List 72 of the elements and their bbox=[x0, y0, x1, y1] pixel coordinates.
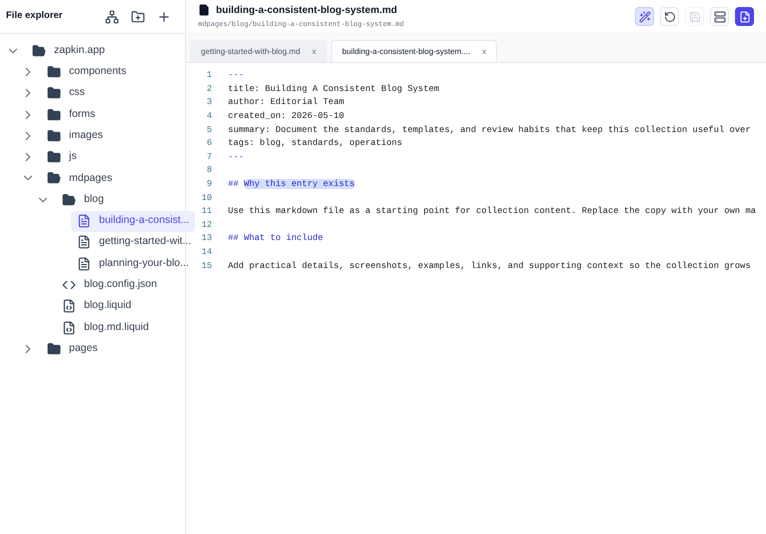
folder-icon bbox=[47, 150, 61, 164]
code-line: Add practical details, screenshots, examples, links, and supporting context so the collection grows bbox=[228, 260, 751, 273]
toolbar-button[interactable] bbox=[735, 7, 754, 26]
save-icon bbox=[688, 10, 700, 22]
folder-icon bbox=[47, 86, 61, 100]
code-line: --- bbox=[228, 150, 244, 164]
folder-icon bbox=[47, 128, 61, 143]
file-icon bbox=[77, 256, 91, 271]
wand-icon bbox=[638, 10, 650, 22]
tab-label: getting-started-with-blog.md bbox=[201, 46, 300, 58]
code-line: created_on: 2026-05-10 bbox=[228, 110, 344, 123]
tree-item[interactable]: zapkin.app bbox=[26, 40, 181, 62]
code-line: tags: blog, standards, operations bbox=[228, 137, 402, 150]
file-name: building-a-consistent-blog-system.md bbox=[216, 4, 398, 18]
folder-icon bbox=[47, 342, 61, 356]
tree-item[interactable]: pages bbox=[41, 338, 181, 360]
line-number: 10 bbox=[200, 192, 212, 205]
tree-item[interactable]: css bbox=[41, 82, 181, 104]
line-number: 3 bbox=[206, 96, 212, 110]
folder-open-icon bbox=[32, 44, 46, 58]
line-number: 5 bbox=[206, 124, 212, 137]
tree-item[interactable]: blog bbox=[56, 189, 181, 210]
editor-tab[interactable]: getting-started-with-blog.md x bbox=[190, 40, 328, 62]
file-icon bbox=[62, 320, 76, 334]
tree-item[interactable]: getting-started-wit... bbox=[71, 232, 198, 253]
line-number: 2 bbox=[206, 82, 212, 96]
tree-item[interactable]: images bbox=[41, 125, 181, 146]
file-plus-icon bbox=[738, 10, 750, 22]
folder-icon bbox=[47, 108, 61, 122]
file-icon bbox=[77, 214, 91, 228]
line-number: 15 bbox=[200, 260, 212, 273]
code-line: title: Building A Consistent Blog System bbox=[228, 82, 440, 96]
tree-item[interactable]: blog.md.liquid bbox=[56, 317, 181, 338]
line-number: 8 bbox=[206, 164, 212, 178]
tree-item[interactable]: mdpages bbox=[41, 168, 181, 189]
folder-open-icon bbox=[62, 192, 76, 207]
code-line: author: Editorial Team bbox=[228, 96, 344, 110]
file-icon bbox=[198, 4, 210, 16]
folder-icon bbox=[47, 64, 61, 79]
line-number: 1 bbox=[206, 69, 212, 82]
editor-tab[interactable]: building-a-consistent-blog-system.... x bbox=[331, 40, 498, 62]
line-number: 4 bbox=[206, 110, 212, 123]
undo-icon bbox=[664, 10, 676, 22]
line-number: 9 bbox=[206, 178, 212, 191]
tree-item[interactable]: forms bbox=[41, 104, 181, 126]
folder-open-icon bbox=[47, 171, 61, 186]
line-number: 6 bbox=[206, 137, 212, 150]
code-line: ## Why this entry exists bbox=[228, 178, 355, 191]
line-number: 14 bbox=[200, 246, 212, 259]
code-line: summary: Document the standards, templates, and review habits that keep this collection useful over bbox=[228, 124, 751, 137]
line-number: 7 bbox=[206, 150, 212, 164]
tree-item[interactable]: js bbox=[41, 146, 181, 168]
tree-item[interactable]: components bbox=[41, 61, 181, 82]
folder-plus-icon[interactable] bbox=[131, 10, 145, 24]
file-icon bbox=[77, 235, 91, 250]
panel-title: File explorer bbox=[6, 9, 64, 24]
code-line: --- bbox=[228, 69, 244, 82]
code-line: ## What to include bbox=[228, 232, 324, 246]
code-line: Use this markdown file as a starting point for collection content. Replace the copy with your own ma bbox=[228, 205, 756, 218]
line-number: 12 bbox=[200, 218, 212, 232]
tab-label: building-a-consistent-blog-system.... bbox=[342, 46, 470, 58]
file-icon bbox=[62, 299, 76, 314]
tree-item[interactable]: blog.config.json bbox=[56, 274, 181, 296]
tab-close[interactable]: x bbox=[482, 46, 486, 58]
add-icon[interactable] bbox=[157, 10, 171, 24]
line-number: 11 bbox=[200, 205, 212, 218]
hierarchy-icon[interactable] bbox=[105, 10, 119, 24]
tab-close[interactable]: x bbox=[312, 46, 316, 58]
tree-item[interactable]: planning-your-blo... bbox=[71, 253, 195, 274]
tree-item[interactable]: blog.liquid bbox=[56, 296, 181, 317]
server-icon bbox=[714, 10, 726, 22]
tree-item[interactable]: building-a-consist... bbox=[71, 210, 196, 232]
